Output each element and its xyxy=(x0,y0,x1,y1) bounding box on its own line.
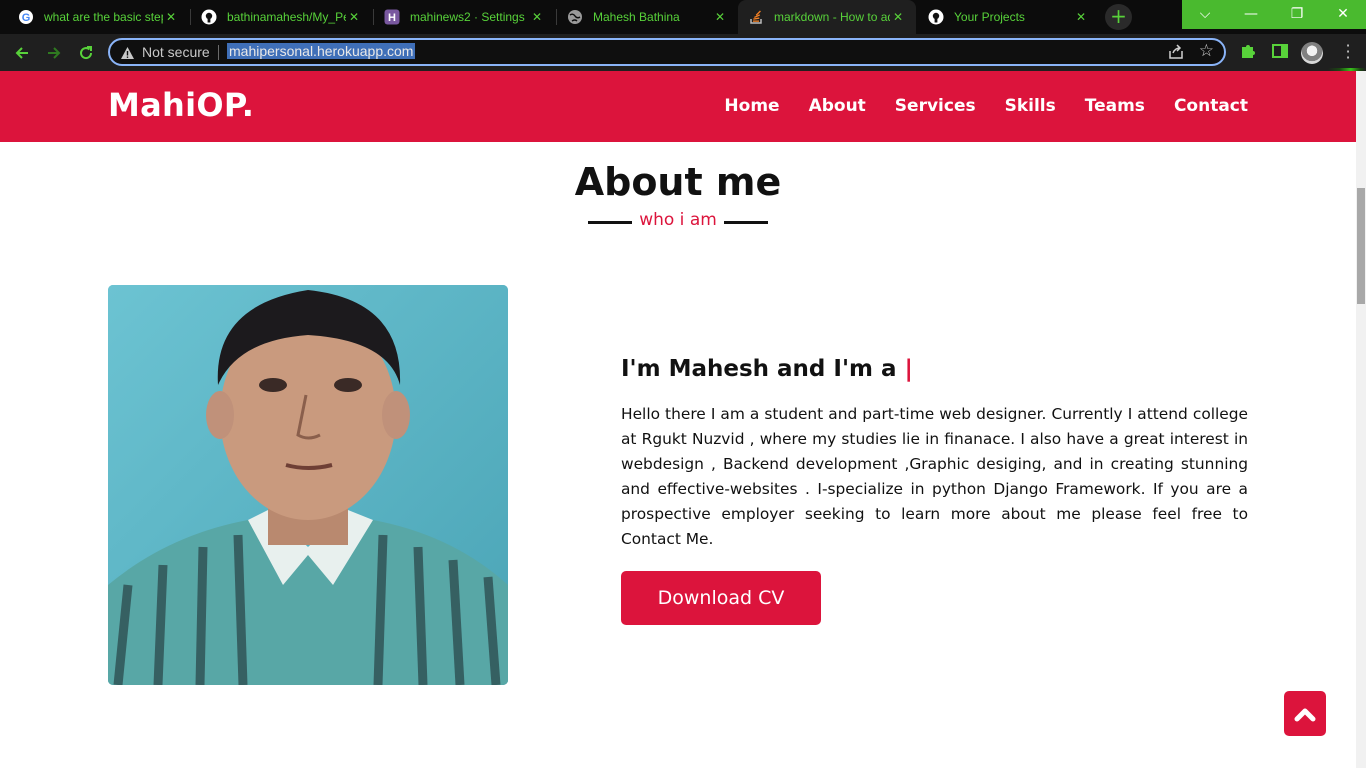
forward-arrow-icon xyxy=(48,47,61,59)
github-icon xyxy=(201,9,217,25)
page-scrollbar[interactable] xyxy=(1356,71,1366,768)
nav-link-home[interactable]: Home xyxy=(724,96,779,116)
browser-menu-icon[interactable]: · · · xyxy=(1340,38,1356,66)
svg-text:G: G xyxy=(22,12,31,24)
download-cv-button[interactable]: Download CV xyxy=(621,571,821,625)
tab-close-icon[interactable]: ✕ xyxy=(346,10,362,24)
bookmark-star-icon[interactable]: ☆ xyxy=(1199,41,1214,61)
reload-button[interactable] xyxy=(73,40,99,66)
browser-tab-google[interactable]: G what are the basic steps ✕ xyxy=(8,0,189,34)
section-subtitle: who i am xyxy=(639,210,717,230)
stackoverflow-icon xyxy=(748,9,764,25)
intro-heading: I'm Mahesh and I'm a | xyxy=(621,356,913,382)
svg-text:H: H xyxy=(388,12,396,24)
site-navbar: MahiOP. Home About Services Skills Teams… xyxy=(0,71,1356,142)
extensions-puzzle-icon[interactable] xyxy=(1239,42,1257,64)
globe-icon xyxy=(567,9,583,25)
intro-text: I'm Mahesh and I'm a xyxy=(621,356,897,382)
warning-icon[interactable] xyxy=(120,45,135,64)
scrollbar-thumb[interactable] xyxy=(1357,188,1365,304)
browser-tab-heroku[interactable]: H mahinews2 · Settings | Heroku ✕ xyxy=(374,0,555,34)
forward-button[interactable] xyxy=(41,40,67,66)
tab-close-icon[interactable]: ✕ xyxy=(890,10,906,24)
minimize-button[interactable]: — xyxy=(1228,0,1274,29)
tab-close-icon[interactable]: ✕ xyxy=(712,10,728,24)
nav-menu: Home About Services Skills Teams Contact xyxy=(695,96,1248,116)
nav-link-contact[interactable]: Contact xyxy=(1174,96,1248,116)
site-logo[interactable]: MahiOP. xyxy=(108,86,254,124)
nav-link-about[interactable]: About xyxy=(809,96,866,116)
browser-tab-stackoverflow[interactable]: markdown - How to add ✕ xyxy=(738,0,916,34)
browser-toolbar: Not secure mahipersonal.herokuapp.com ☆ … xyxy=(0,34,1366,105)
new-tab-button[interactable]: + xyxy=(1105,4,1132,30)
profile-avatar[interactable] xyxy=(1301,42,1323,64)
browser-tab-projects[interactable]: Your Projects ✕ xyxy=(918,0,1099,34)
profile-photo xyxy=(108,285,508,685)
bio-paragraph: Hello there I am a student and part-time… xyxy=(621,405,1248,548)
google-icon: G xyxy=(18,9,34,25)
nav-link-teams[interactable]: Teams xyxy=(1085,96,1145,116)
security-status[interactable]: Not secure xyxy=(142,44,210,60)
address-bar[interactable]: Not secure mahipersonal.herokuapp.com ☆ xyxy=(108,38,1226,66)
chevron-up-icon xyxy=(1294,708,1316,721)
heroku-icon: H xyxy=(384,9,400,25)
tab-close-icon[interactable]: ✕ xyxy=(529,10,545,24)
nav-link-services[interactable]: Services xyxy=(895,96,976,116)
reload-icon xyxy=(80,46,93,60)
back-arrow-icon xyxy=(15,47,28,59)
tab-close-icon[interactable]: ✕ xyxy=(1073,10,1089,24)
close-window-button[interactable]: ✕ xyxy=(1320,0,1366,29)
omnibox-divider xyxy=(218,45,219,60)
tab-close-icon[interactable]: ✕ xyxy=(163,10,179,24)
github-icon xyxy=(928,9,944,25)
tab-title: Mahesh Bathina xyxy=(593,10,680,24)
section-title: About me xyxy=(574,160,782,204)
page-viewport: MahiOP. Home About Services Skills Teams… xyxy=(0,71,1366,768)
browser-tab-site[interactable]: Mahesh Bathina ✕ xyxy=(557,0,738,34)
scroll-to-top-button[interactable] xyxy=(1284,691,1326,736)
tab-title: markdown - How to add xyxy=(774,10,890,24)
tab-title: bathinamahesh/My_Personal xyxy=(227,10,346,24)
side-panel-icon[interactable] xyxy=(1271,42,1289,64)
tab-search-button[interactable]: ⌵ xyxy=(1182,0,1228,29)
share-icon[interactable] xyxy=(1168,44,1184,64)
tab-title: what are the basic steps xyxy=(44,10,163,24)
tab-title: Your Projects xyxy=(954,10,1025,24)
back-button[interactable] xyxy=(9,40,35,66)
browser-tab-strip: G what are the basic steps ✕ bathinamahe… xyxy=(0,0,1366,34)
restore-button[interactable]: ❐ xyxy=(1274,0,1320,29)
subtitle-line-right xyxy=(724,221,768,224)
nav-link-skills[interactable]: Skills xyxy=(1005,96,1056,116)
typing-cursor: | xyxy=(904,356,913,382)
section-subtitle-wrap: who i am xyxy=(588,210,768,234)
url-text[interactable]: mahipersonal.herokuapp.com xyxy=(227,43,416,59)
browser-tab-github-repo[interactable]: bathinamahesh/My_Personal ✕ xyxy=(191,0,372,34)
tab-title: mahinews2 · Settings | Heroku xyxy=(410,10,529,24)
